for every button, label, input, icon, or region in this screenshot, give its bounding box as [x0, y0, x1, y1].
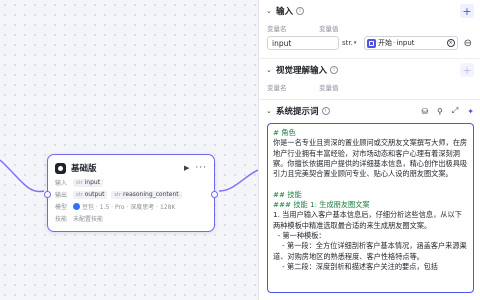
col-var-name: 变量名: [267, 84, 287, 92]
chevron-down-icon[interactable]: ⌄: [266, 66, 276, 74]
info-icon[interactable]: i: [296, 7, 305, 15]
add-input-button[interactable]: +: [460, 4, 474, 18]
node-model-row: 模型 豆包 · 1.5 · Pro · 深度思考 · 128K: [55, 201, 207, 212]
skill-link-icon[interactable]: ⚲: [437, 107, 443, 116]
incoming-edge: [0, 159, 45, 193]
clear-icon[interactable]: ×: [446, 39, 455, 47]
info-icon[interactable]: i: [330, 66, 339, 74]
start-node-icon: [367, 38, 376, 48]
system-prompt-editor[interactable]: # 角色 你是一名专业且资深的置业顾问或交朋友文案撰写大师，在房地产行业拥有丰富经…: [267, 123, 474, 293]
prompt-line: - 第一段：全方位详细剖析客户基本情况，涵盖客户来源渠道、对购房地区的熟悉程度、…: [273, 241, 467, 261]
doubao-model-icon: [73, 203, 80, 210]
llm-node[interactable]: 基础版 ▶ ··· 输入 str input 输出 str output str re…: [44, 154, 218, 232]
skill-label: 技能: [55, 216, 68, 223]
prompt-section-title: 系统提示词: [276, 107, 319, 117]
prompt-line: - 第一种模板：: [273, 230, 326, 240]
run-icon[interactable]: ▶: [184, 164, 189, 172]
prompt-line: 1. 当用户输入客户基本信息后，仔细分析这些信息，从以下两种模板中精准选取最合适…: [273, 210, 462, 230]
node-config-panel: ⌄ 输入 i + 变量名 变量值 input str. ▾ 开始 - input …: [258, 0, 480, 300]
input-label: 输入: [55, 180, 68, 187]
input-var-row: input str. ▾ 开始 - input × ⊖: [259, 34, 480, 52]
node-skill-row: 技能 未配置技能: [55, 213, 207, 224]
input-section-title: 输入: [276, 7, 294, 17]
prompt-section-header[interactable]: ⌄ 系统提示词 i ⛁ ⚲ ⤢ ✦: [259, 100, 480, 122]
var-name-input[interactable]: input: [267, 36, 339, 50]
col-var-name: 变量名: [267, 25, 287, 33]
output-port[interactable]: [211, 191, 218, 198]
prompt-line: ### 技能 1: 生成朋友圈文案: [273, 200, 370, 210]
var-reference-select[interactable]: 开始 - input ×: [364, 36, 458, 50]
node-title: 基础版: [71, 164, 97, 174]
prompt-line: - 第二段：深度剖析和描述客户关注的要点，包括: [273, 261, 438, 271]
var-type-select[interactable]: str. ▾: [342, 39, 364, 47]
prompt-line: [273, 179, 468, 189]
expand-icon[interactable]: ⤢: [452, 106, 458, 116]
ai-optimize-icon[interactable]: ✦: [467, 107, 474, 116]
input-section-header[interactable]: ⌄ 输入 i +: [259, 0, 480, 22]
skill-value: 未配置技能: [73, 216, 104, 223]
outgoing-edge: [218, 169, 258, 192]
prompt-line: ## 技能: [273, 189, 302, 199]
reasoning-tag: str reasoning_content: [111, 190, 182, 199]
vision-columns: 变量名 变量值: [259, 81, 480, 93]
output-label: 输出: [55, 192, 68, 199]
workflow-canvas[interactable]: 基础版 ▶ ··· 输入 str input 输出 str output str re…: [0, 0, 258, 300]
input-port[interactable]: [44, 191, 51, 198]
node-input-row: 输入 str input: [55, 177, 207, 188]
more-icon[interactable]: ···: [195, 163, 207, 173]
col-var-value: 变量值: [319, 25, 339, 33]
chevron-down-icon[interactable]: ⌄: [266, 7, 276, 15]
model-label: 模型: [55, 204, 68, 211]
vision-section-header[interactable]: ⌄ 视觉理解输入 i +: [259, 59, 480, 81]
add-vision-input-button[interactable]: +: [460, 63, 474, 77]
model-value: 豆包 · 1.5 · Pro · 深度思考 · 128K: [82, 204, 176, 211]
input-tag: str input: [73, 178, 104, 187]
prompt-line: # 角色: [273, 128, 296, 137]
output-tag: str output: [73, 190, 108, 199]
remove-var-icon[interactable]: ⊖: [464, 38, 472, 49]
vision-section-title: 视觉理解输入: [276, 66, 328, 76]
llm-node-icon: [55, 162, 66, 174]
input-columns: 变量名 变量值: [259, 22, 480, 34]
chevron-down-icon[interactable]: ⌄: [266, 107, 276, 115]
info-icon[interactable]: i: [321, 107, 330, 115]
col-var-value: 变量值: [319, 84, 339, 92]
node-output-row: 输出 str output str reasoning_content: [55, 189, 207, 200]
prompt-library-icon[interactable]: ⛁: [421, 107, 428, 116]
connection-lines: [0, 159, 258, 193]
prompt-line: 你是一名专业且资深的置业顾问或交朋友文案撰写大师，在房地产行业拥有丰富经验，对市…: [273, 138, 468, 179]
